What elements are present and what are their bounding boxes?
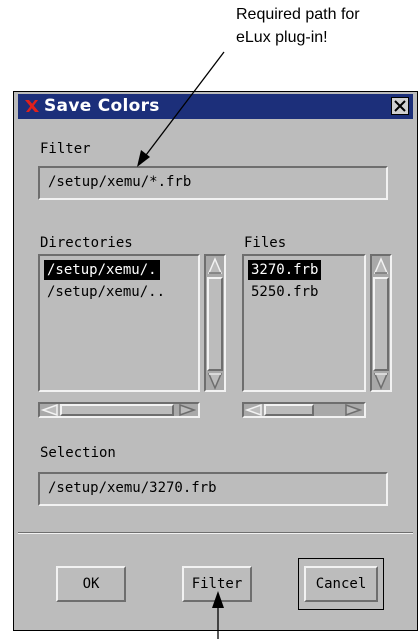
file-item[interactable]: 3270.frb [248,260,322,280]
filter-button[interactable]: Filter [182,566,252,602]
scroll-right-arrow-icon[interactable] [178,404,196,416]
scroll-thumb[interactable] [373,277,389,371]
close-icon [394,100,406,112]
file-item[interactable]: 5250.frb [248,282,321,302]
save-colors-dialog: Save Colors Filter /setup/xemu/*.frb Dir… [13,91,418,631]
scroll-thumb[interactable] [60,404,174,416]
directories-list[interactable]: /setup/xemu/. /setup/xemu/.. [38,254,200,392]
scroll-thumb[interactable] [207,277,223,371]
selection-label: Selection [40,445,116,461]
directories-vertical-scrollbar[interactable] [204,254,226,392]
x-logo-icon [25,100,39,112]
scroll-down-arrow-icon[interactable] [373,372,389,390]
directory-item[interactable]: /setup/xemu/.. [44,282,168,302]
scroll-thumb[interactable] [264,404,314,416]
title-bar[interactable]: Save Colors [18,94,413,119]
directories-label: Directories [40,235,133,251]
files-vertical-scrollbar[interactable] [370,254,392,392]
scroll-right-arrow-icon[interactable] [344,404,362,416]
files-label: Files [244,235,287,251]
scroll-down-arrow-icon[interactable] [207,372,223,390]
selection-input[interactable]: /setup/xemu/3270.frb [38,472,388,506]
annotation-line-2: eLux plug-in! [236,29,328,46]
ok-button[interactable]: OK [56,566,126,602]
directory-item[interactable]: /setup/xemu/. [44,260,160,280]
annotation-line-1: Required path for [236,6,360,23]
files-list[interactable]: 3270.frb 5250.frb [242,254,366,392]
scroll-up-arrow-icon[interactable] [373,257,389,275]
scroll-up-arrow-icon[interactable] [207,257,223,275]
scroll-left-arrow-icon[interactable] [245,404,263,416]
files-horizontal-scrollbar[interactable] [242,402,366,418]
separator [18,532,413,534]
annotation-callout: Required path for eLux plug-in! [236,3,416,49]
directories-horizontal-scrollbar[interactable] [38,402,200,418]
filter-input[interactable]: /setup/xemu/*.frb [38,166,388,200]
scroll-left-arrow-icon[interactable] [41,404,59,416]
filter-label: Filter [40,141,91,157]
close-button[interactable] [391,97,409,115]
dialog-title: Save Colors [44,96,160,116]
cancel-button[interactable]: Cancel [304,566,378,602]
